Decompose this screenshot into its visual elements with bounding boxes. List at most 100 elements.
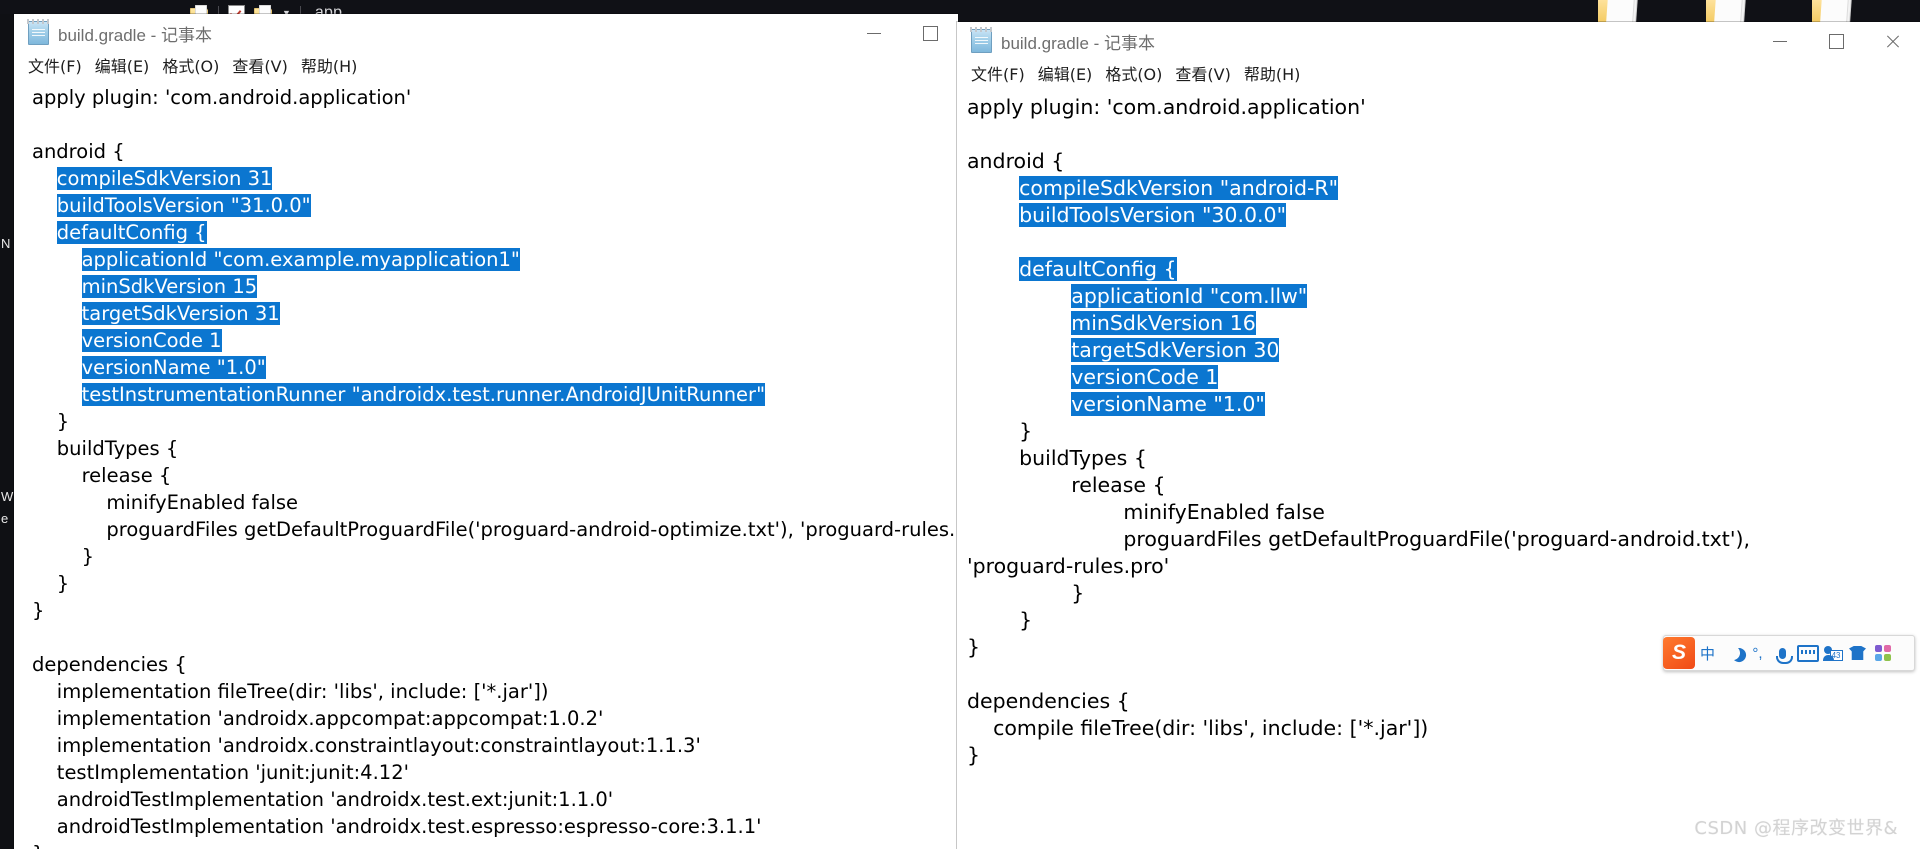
notepad-icon — [27, 19, 49, 45]
menu-item-view[interactable]: 查看(V) — [1175, 61, 1230, 85]
code-line: versionName "1.0" — [1071, 392, 1265, 416]
menu-item-file[interactable]: 文件(F) — [971, 61, 1025, 85]
code-line: androidTestImplementation 'androidx.test… — [32, 788, 614, 811]
sliver-text-e: e — [1, 511, 9, 526]
code-line: buildToolsVersion "31.0.0" — [56, 194, 311, 217]
code-line: defaultConfig { — [56, 221, 207, 244]
menu-item-help[interactable]: 帮助(H) — [301, 53, 358, 77]
menu-bar[interactable]: 文件(F) 编辑(E) 格式(O) 查看(V) 帮助(H) — [14, 52, 958, 78]
code-line: } — [967, 581, 1085, 605]
code-text[interactable]: apply plugin: 'com.android.application' … — [14, 78, 958, 849]
menu-bar[interactable]: 文件(F) 编辑(E) 格式(O) 查看(V) 帮助(H) — [957, 60, 1920, 86]
close-icon — [1885, 34, 1900, 49]
microphone-icon[interactable] — [1770, 636, 1795, 670]
menu-item-help[interactable]: 帮助(H) — [1244, 61, 1301, 85]
sogou-logo-icon[interactable]: S — [1663, 637, 1695, 669]
code-line: compileSdkVersion "android-R" — [1019, 176, 1339, 200]
code-line: compile fileTree(dir: 'libs', include: [… — [967, 716, 1429, 740]
minimize-button[interactable] — [846, 14, 902, 52]
code-line: } — [967, 608, 1033, 632]
code-line: } — [32, 840, 958, 849]
code-line: versionCode 1 — [1071, 365, 1219, 389]
code-line: release { — [32, 464, 172, 487]
minimize-icon — [867, 32, 881, 34]
code-line: implementation 'androidx.constraintlayou… — [32, 734, 701, 757]
notepad-icon — [970, 27, 992, 53]
maximize-icon — [1828, 33, 1844, 49]
maximize-button[interactable] — [902, 14, 958, 52]
sogou-input-method-toolbar[interactable]: S 中 °, 43 — [1663, 635, 1915, 671]
notepad-window-left[interactable]: build.gradle - 记事本 文件(F) 编辑(E) 格式(O) 查看(… — [14, 14, 958, 849]
code-line: proguardFiles getDefaultProguardFile('pr… — [967, 527, 1750, 551]
code-line: dependencies { — [32, 653, 187, 676]
background-window-sliver[interactable]: N W e — [0, 14, 14, 849]
code-line: } — [32, 410, 70, 433]
menu-item-format[interactable]: 格式(O) — [1105, 61, 1162, 85]
punctuation-icon[interactable]: °, — [1745, 636, 1770, 670]
code-line: buildTypes { — [967, 446, 1147, 470]
soft-keyboard-icon[interactable] — [1795, 636, 1820, 670]
code-line: } — [967, 743, 981, 767]
menu-item-view[interactable]: 查看(V) — [232, 53, 287, 77]
code-line: androidTestImplementation 'androidx.test… — [32, 815, 762, 838]
code-line: android { — [967, 149, 1065, 173]
code-line: implementation fileTree(dir: 'libs', inc… — [32, 680, 549, 703]
title-bar[interactable]: build.gradle - 记事本 — [14, 14, 958, 52]
code-line: implementation 'androidx.appcompat:appco… — [32, 707, 604, 730]
close-button[interactable] — [1864, 22, 1920, 60]
code-line: compileSdkVersion 31 — [56, 167, 273, 190]
code-line: targetSdkVersion 31 — [81, 302, 280, 325]
code-line: } — [32, 545, 94, 568]
minimize-icon — [1773, 40, 1787, 42]
window-title: build.gradle - 记事本 — [1001, 33, 1156, 53]
text-editor-area[interactable]: apply plugin: 'com.android.application' … — [957, 86, 1920, 849]
maximize-button[interactable] — [1808, 22, 1864, 60]
code-line: 'proguard-rules.pro' — [967, 554, 1170, 578]
code-line: testInstrumentationRunner "androidx.test… — [81, 383, 766, 406]
code-line: proguardFiles getDefaultProguardFile('pr… — [32, 518, 958, 541]
csdn-watermark: CSDN @程序改变世界& — [1694, 818, 1898, 839]
code-line: dependencies { — [967, 689, 1130, 713]
code-line: apply plugin: 'com.android.application' — [967, 95, 1366, 119]
app-grid-icon[interactable] — [1870, 636, 1895, 670]
menu-item-edit[interactable]: 编辑(E) — [1038, 61, 1093, 85]
menu-item-file[interactable]: 文件(F) — [28, 53, 82, 77]
code-line: applicationId "com.llw" — [1071, 284, 1308, 308]
code-line: minSdkVersion 16 — [1071, 311, 1256, 335]
skin-shirt-icon[interactable] — [1845, 636, 1870, 670]
code-line: versionName "1.0" — [81, 356, 266, 379]
window-controls[interactable] — [1752, 22, 1920, 60]
notepad-window-right[interactable]: build.gradle - 记事本 文件(F) 编辑(E) 格式(O) 查看(… — [957, 22, 1920, 849]
window-title: build.gradle - 记事本 — [58, 25, 213, 45]
code-line: release { — [967, 473, 1166, 497]
code-line: apply plugin: 'com.android.application' — [32, 86, 412, 109]
code-line: } — [32, 572, 70, 595]
user-account-icon[interactable]: 43 — [1820, 636, 1845, 670]
code-line: } — [967, 419, 1033, 443]
code-line: minSdkVersion 15 — [81, 275, 258, 298]
code-line: defaultConfig { — [1019, 257, 1177, 281]
code-line: testImplementation 'junit:junit:4.12' — [32, 761, 409, 784]
code-line: minifyEnabled false — [32, 491, 299, 514]
code-line: buildTypes { — [32, 437, 179, 460]
code-line: applicationId "com.example.myapplication… — [81, 248, 520, 271]
moon-icon[interactable] — [1720, 636, 1745, 670]
code-line: versionCode 1 — [81, 329, 222, 352]
sliver-text-w: W — [1, 489, 14, 504]
text-editor-area[interactable]: apply plugin: 'com.android.application' … — [14, 78, 958, 849]
maximize-icon — [922, 25, 938, 41]
chinese-mode-icon[interactable]: 中 — [1695, 636, 1720, 670]
title-bar[interactable]: build.gradle - 记事本 — [957, 22, 1920, 60]
sliver-text-n: N — [1, 236, 11, 251]
window-controls[interactable] — [846, 14, 958, 52]
minimize-button[interactable] — [1752, 22, 1808, 60]
menu-item-format[interactable]: 格式(O) — [162, 53, 219, 77]
code-line: minifyEnabled false — [967, 500, 1325, 524]
code-line: android { — [32, 140, 125, 163]
code-line: targetSdkVersion 30 — [1071, 338, 1280, 362]
menu-item-edit[interactable]: 编辑(E) — [95, 53, 150, 77]
